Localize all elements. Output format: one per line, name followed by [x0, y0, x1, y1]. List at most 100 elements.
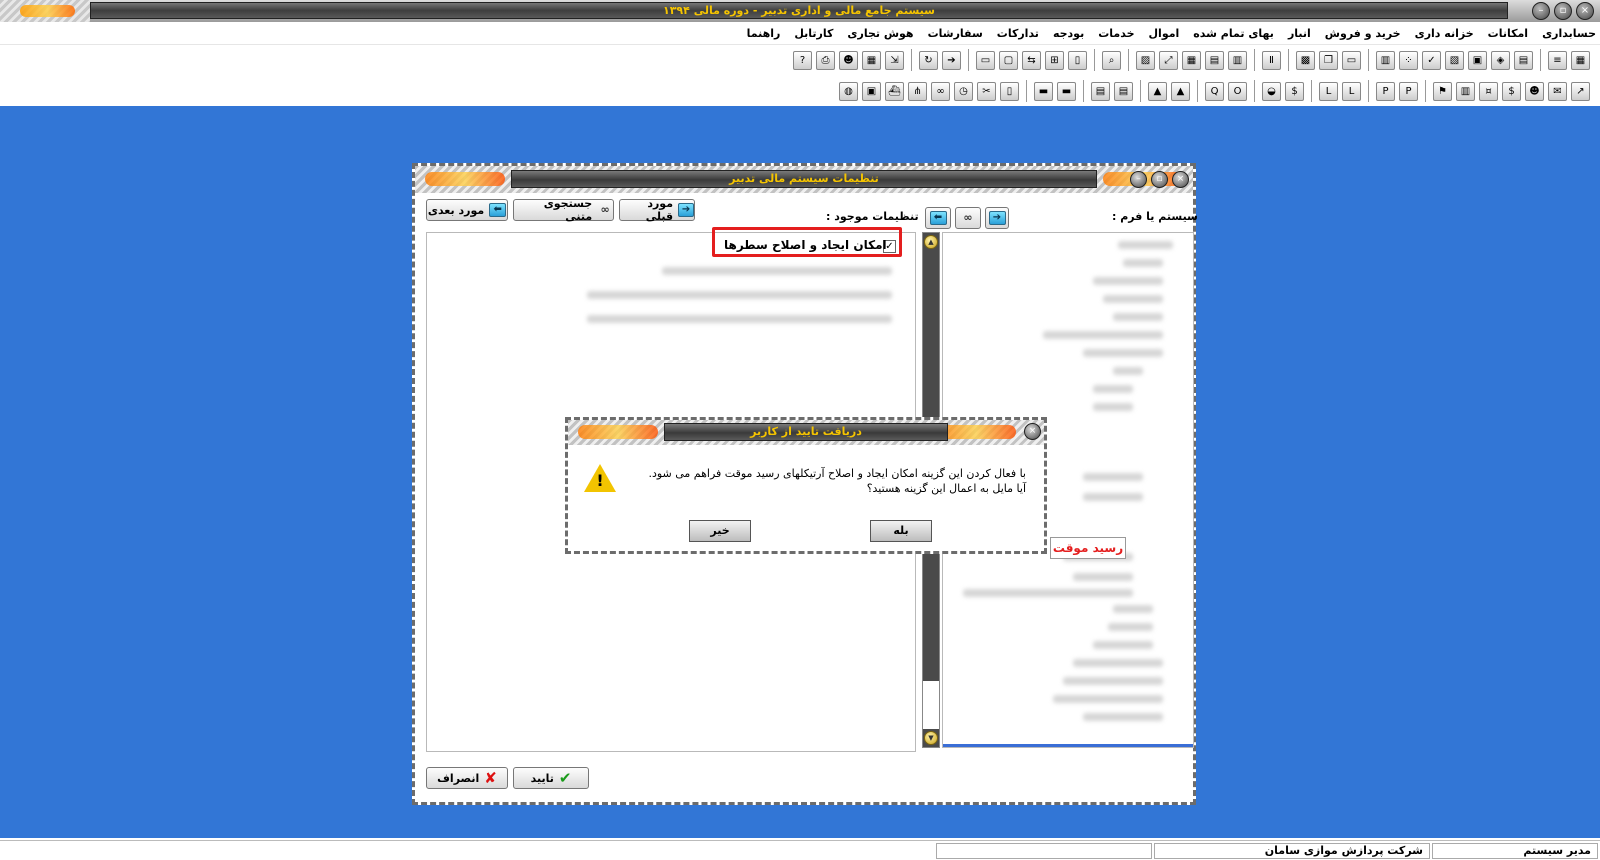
- lc-icon[interactable]: L: [1342, 81, 1361, 101]
- binoculars-icon: ∞: [963, 211, 973, 224]
- arrow-right-icon: ➔: [988, 211, 1006, 225]
- menu-services[interactable]: خدمات: [1098, 27, 1134, 40]
- users-icon[interactable]: ☻: [839, 50, 858, 70]
- delivery-icon[interactable]: ▬: [1034, 81, 1053, 101]
- menu-help[interactable]: راهنما: [747, 27, 781, 40]
- menu-procurement[interactable]: تدارکات: [997, 27, 1039, 40]
- close-icon[interactable]: ×: [1576, 2, 1594, 20]
- graph-icon[interactable]: ▨: [1136, 50, 1155, 70]
- prev-arrow-button[interactable]: ⬅: [925, 207, 951, 229]
- columns-icon[interactable]: ▥: [1228, 50, 1247, 70]
- document-icon[interactable]: ▤: [1514, 50, 1533, 70]
- tools-icon[interactable]: ✂: [977, 81, 996, 101]
- envelope-icon[interactable]: ✉: [1548, 81, 1567, 101]
- arrow-right-icon[interactable]: ➔: [942, 50, 961, 70]
- menu-assets[interactable]: اموال: [1149, 27, 1180, 40]
- monitor-icon[interactable]: ▭: [976, 50, 995, 70]
- window-close-icon[interactable]: ×: [1172, 171, 1189, 188]
- system-form-label: سیستم یا فرم :: [1112, 210, 1198, 223]
- book-icon[interactable]: ▯: [1000, 81, 1019, 101]
- qa-icon[interactable]: Q: [1205, 81, 1224, 101]
- toolbar-1: ▦ ≡ ▤ ◈ ▣ ▧ ✓ ⁘ ▥ ▭ ❐ ▩ Ⅱ ▥ ▤ ▦ ⤢ ▨ ⌕ ▯ …: [793, 48, 1590, 72]
- globe-icon[interactable]: ◍: [839, 81, 858, 101]
- lock-icon[interactable]: ▥: [1376, 50, 1395, 70]
- transfer-icon[interactable]: ⇆: [1022, 50, 1041, 70]
- status-bar: مدیر سیستم شرکت پردازش موازی سامان: [0, 840, 1600, 860]
- ship-icon[interactable]: ⛴: [885, 81, 904, 101]
- window-icon[interactable]: ▭: [1342, 50, 1361, 70]
- report-card-icon[interactable]: ▦: [862, 50, 881, 70]
- minimize-icon[interactable]: –: [1532, 2, 1550, 20]
- chart-icon[interactable]: ✓: [1422, 50, 1441, 70]
- expand-icon[interactable]: ⤢: [1159, 50, 1178, 70]
- balance-icon[interactable]: Ⅱ: [1262, 50, 1281, 70]
- selected-tree-node[interactable]: رسید موقت: [1050, 537, 1126, 559]
- text-search-button[interactable]: ∞ جستجوی متنی: [513, 197, 614, 223]
- menu-cartable[interactable]: کارتابل: [794, 27, 833, 40]
- file-icon[interactable]: ▯: [1068, 50, 1087, 70]
- gauge-icon[interactable]: ▥: [1456, 81, 1475, 101]
- menu-budget[interactable]: بودجه: [1053, 27, 1084, 40]
- form-icon[interactable]: ▢: [999, 50, 1018, 70]
- export-icon[interactable]: ⇲: [885, 50, 904, 70]
- menu-treasury[interactable]: خزانه داری: [1415, 27, 1474, 40]
- cancel-button[interactable]: ✘ انصراف: [426, 767, 508, 789]
- flag-icon[interactable]: ⚑: [1433, 81, 1452, 101]
- report-icon[interactable]: ▧: [1445, 50, 1464, 70]
- search-icon[interactable]: ⌕: [1102, 50, 1121, 70]
- pdf-icon[interactable]: P: [1376, 81, 1395, 101]
- window-maximize-icon[interactable]: ▫: [1151, 171, 1168, 188]
- box-icon[interactable]: ▣: [1468, 50, 1487, 70]
- menu-accounting[interactable]: حسابداری: [1542, 27, 1596, 40]
- money-icon[interactable]: ¤: [1479, 81, 1498, 101]
- grid-icon[interactable]: ⁘: [1399, 50, 1418, 70]
- bus-icon[interactable]: ▣: [862, 81, 881, 101]
- lg-icon[interactable]: L: [1319, 81, 1338, 101]
- search-binoculars-button[interactable]: ∞: [955, 207, 981, 229]
- stack-icon[interactable]: ◈: [1491, 50, 1510, 70]
- menu-purchase-sales[interactable]: خرید و فروش: [1325, 27, 1401, 40]
- building-icon[interactable]: ▲: [1148, 81, 1167, 101]
- binoculars-icon[interactable]: ∞: [931, 81, 950, 101]
- ledger-icon[interactable]: ▤: [1114, 81, 1133, 101]
- dollar-icon[interactable]: $: [1285, 81, 1304, 101]
- checkmark-icon: ✔: [558, 769, 572, 787]
- bag-icon[interactable]: ◒: [1262, 81, 1281, 101]
- menu-cost-price[interactable]: بهای تمام شده: [1193, 27, 1274, 40]
- dialog-close-icon[interactable]: ×: [1024, 423, 1041, 440]
- menu-orders[interactable]: سفارشات: [928, 27, 983, 40]
- people-icon[interactable]: ☻: [1525, 81, 1544, 101]
- menu-business-intelligence[interactable]: هوش تجاری: [847, 27, 913, 40]
- calculator-icon[interactable]: ▦: [1571, 50, 1590, 70]
- chart-up-icon[interactable]: ↗: [1571, 81, 1590, 101]
- menu-inventory[interactable]: انبار: [1288, 27, 1311, 40]
- maximize-icon[interactable]: ▫: [1554, 2, 1572, 20]
- scroll-up-icon[interactable]: ▲: [924, 235, 938, 249]
- prev-item-button[interactable]: ➔ مورد قبلی: [619, 197, 695, 223]
- copy-icon[interactable]: ❐: [1319, 50, 1338, 70]
- window-minimize-icon[interactable]: –: [1130, 171, 1147, 188]
- truck-icon[interactable]: ▬: [1057, 81, 1076, 101]
- printer-icon[interactable]: ⎙: [816, 50, 835, 70]
- refresh-icon[interactable]: ↻: [919, 50, 938, 70]
- yes-button[interactable]: بله: [870, 520, 932, 542]
- next-arrow-button[interactable]: ➔: [985, 207, 1009, 229]
- table-icon[interactable]: ▤: [1205, 50, 1224, 70]
- clock-icon[interactable]: ◷: [954, 81, 973, 101]
- journal-icon[interactable]: ▤: [1091, 81, 1110, 101]
- oa-icon[interactable]: O: [1228, 81, 1247, 101]
- sheet-icon[interactable]: ▦: [1182, 50, 1201, 70]
- currency-icon[interactable]: $: [1502, 81, 1521, 101]
- tree-icon[interactable]: ⊞: [1045, 50, 1064, 70]
- pf-icon[interactable]: P: [1399, 81, 1418, 101]
- help-icon[interactable]: ?: [793, 50, 812, 70]
- confirm-button[interactable]: ✔ تایید: [513, 767, 589, 789]
- menu-features[interactable]: امکانات: [1488, 27, 1528, 40]
- no-button[interactable]: خیر: [689, 520, 751, 542]
- next-item-button[interactable]: ⬅ مورد بعدی: [426, 199, 508, 221]
- network-icon[interactable]: ⋔: [908, 81, 927, 101]
- factory-icon[interactable]: ▲: [1171, 81, 1190, 101]
- list-icon[interactable]: ≡: [1548, 50, 1567, 70]
- scroll-down-icon[interactable]: ▼: [924, 731, 938, 745]
- books-icon[interactable]: ▩: [1296, 50, 1315, 70]
